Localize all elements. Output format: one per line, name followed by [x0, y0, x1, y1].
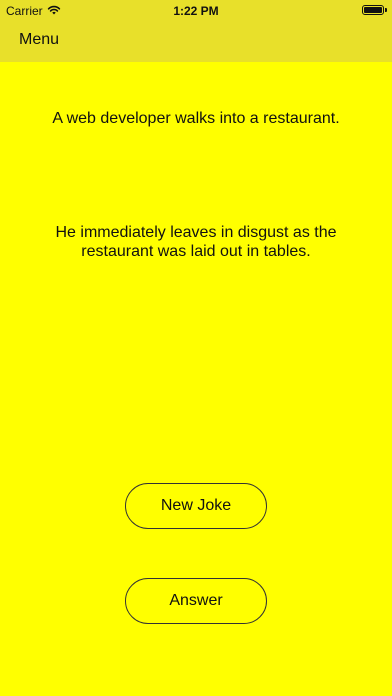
answer-button[interactable]: Answer — [125, 578, 267, 624]
nav-bar: Menu — [0, 22, 392, 62]
status-time: 1:22 PM — [173, 4, 219, 18]
menu-button[interactable]: Menu — [19, 31, 59, 49]
new-joke-button[interactable]: New Joke — [125, 483, 267, 529]
joke-punchline: He immediately leaves in disgust as the … — [55, 224, 337, 260]
answer-label: Answer — [169, 592, 223, 609]
battery-fill — [364, 7, 382, 13]
status-bar: Carrier 1:22 PM — [0, 0, 392, 22]
joke-setup: A web developer walks into a restaurant. — [52, 110, 340, 127]
battery-tip — [385, 8, 387, 12]
new-joke-label: New Joke — [160, 497, 232, 514]
battery-icon — [362, 5, 384, 15]
